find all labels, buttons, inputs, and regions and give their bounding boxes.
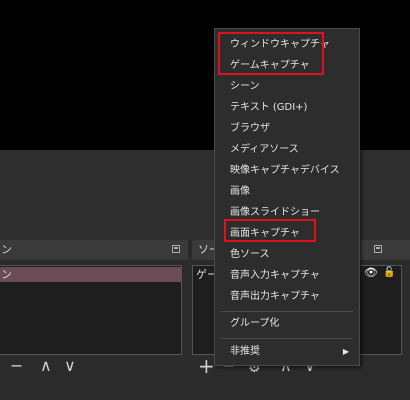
menu-item-deprecated[interactable]: 非推奨 ▶ — [215, 341, 359, 362]
scene-list-item-selected[interactable]: ン — [0, 267, 181, 282]
menu-item-group[interactable]: グループ化 — [215, 313, 359, 334]
menu-separator — [221, 338, 353, 339]
menu-item-color-source[interactable]: 色ソース — [215, 244, 359, 265]
move-scene-down-button[interactable]: ∨ — [64, 358, 76, 374]
menu-item-scene[interactable]: シーン — [215, 76, 359, 97]
float-icon[interactable] — [172, 245, 180, 253]
menu-item-deprecated-label: 非推奨 — [230, 346, 260, 357]
menu-item-video-capture-device[interactable]: 映像キャプチャデバイス — [215, 160, 359, 181]
float-icon[interactable] — [374, 245, 382, 253]
highlight-box-top — [218, 32, 324, 75]
menu-item-audio-output-capture[interactable]: 音声出力キャプチャ — [215, 286, 359, 307]
add-source-button[interactable]: + — [198, 356, 215, 376]
move-scene-up-button[interactable]: ∧ — [40, 358, 52, 374]
menu-item-audio-input-capture[interactable]: 音声入力キャプチャ — [215, 265, 359, 286]
menu-item-browser[interactable]: ブラウザ — [215, 118, 359, 139]
visibility-icon[interactable]: 👁 — [364, 267, 378, 279]
menu-item-text-gdi[interactable]: テキスト (GDI+) — [215, 97, 359, 118]
scenes-dock-title: ン — [0, 240, 188, 260]
highlight-box-display-capture — [224, 219, 316, 242]
scenes-list[interactable]: ン — [0, 265, 182, 355]
lock-icon[interactable]: 🔓 — [383, 267, 395, 279]
menu-separator — [221, 311, 353, 312]
submenu-arrow-icon: ▶ — [342, 347, 349, 356]
scene-name: ン — [1, 268, 12, 281]
add-source-context-menu: ウィンドウキャプチャ ゲームキャプチャ シーン テキスト (GDI+) ブラウザ… — [214, 28, 360, 366]
menu-item-image[interactable]: 画像 — [215, 181, 359, 202]
remove-scene-button[interactable]: − — [10, 358, 23, 374]
menu-item-media-source[interactable]: メディアソース — [215, 139, 359, 160]
scenes-dock-title-text: ン — [1, 243, 12, 256]
